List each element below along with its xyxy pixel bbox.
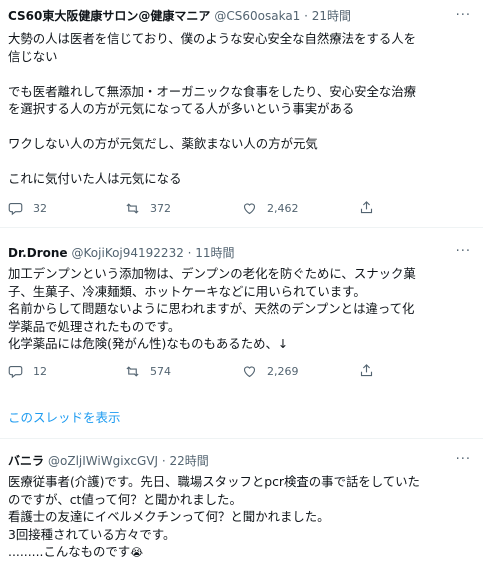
tweet-text: 大勢の人は医者を信じており、僕のような安心安全な自然療法をする人を 信じない で… <box>8 31 417 186</box>
like-count: 2,462 <box>267 202 299 215</box>
handle-and-time[interactable]: @oZljIWiWgixcGVJ · 22時間 <box>48 453 209 469</box>
tweet-text: 加工デンプンという添加物は、デンプンの老化を防ぐために、スナック菓 子、生菓子、… <box>8 266 416 351</box>
retweet-count: 372 <box>150 202 171 215</box>
reply-count: 12 <box>33 365 47 378</box>
show-thread-link[interactable]: このスレッドを表示 <box>8 410 121 425</box>
tweet-actions: 32 372 2,462 <box>8 200 475 218</box>
like-icon <box>243 203 256 215</box>
like-count: 2,269 <box>267 365 299 378</box>
more-options-icon[interactable]: ··· <box>456 8 471 23</box>
tweet-header: Dr.Drone @KojiKoj94192232 · 11時間 <box>8 228 475 261</box>
reply-button[interactable]: 12 <box>8 364 125 379</box>
tweet-vanilla[interactable]: バニラ @oZljIWiWgixcGVJ · 22時間 ··· 医療従事者(介護… <box>0 438 483 562</box>
like-button[interactable]: 2,269 <box>242 364 359 379</box>
tweet-actions: 12 574 2,269 <box>8 363 475 381</box>
tweet-text: 医療従事者(介護)です。先日、職場スタッフとpcr検査の事で話をしていた のです… <box>8 473 475 562</box>
handle-and-time[interactable]: @CS60osaka1 · 21時間 <box>214 8 351 24</box>
show-thread-row: このスレッドを表示 <box>0 398 483 438</box>
share-button[interactable] <box>359 200 374 218</box>
retweet-button[interactable]: 372 <box>125 201 242 216</box>
share-icon <box>360 200 373 213</box>
display-name[interactable]: CS60東大阪健康サロン@健康マニア <box>8 8 210 24</box>
like-button[interactable]: 2,462 <box>242 201 359 216</box>
tweet-cs60[interactable]: CS60東大阪健康サロン@健康マニア @CS60osaka1 · 21時間 ··… <box>0 0 483 228</box>
display-name[interactable]: バニラ <box>8 453 44 469</box>
retweet-icon <box>126 366 139 377</box>
share-button[interactable] <box>359 363 374 381</box>
tweet-header: CS60東大阪健康サロン@健康マニア @CS60osaka1 · 21時間 <box>8 0 475 24</box>
more-options-icon[interactable]: ··· <box>456 244 471 259</box>
retweet-count: 574 <box>150 365 171 378</box>
reply-icon <box>8 365 23 379</box>
reply-button[interactable]: 32 <box>8 201 125 216</box>
share-icon <box>360 363 373 376</box>
more-options-icon[interactable]: ··· <box>456 452 471 467</box>
display-name[interactable]: Dr.Drone <box>8 245 68 261</box>
crying-face-emoji: 😭 <box>130 546 144 559</box>
reply-icon <box>8 202 23 216</box>
tweet-drdrone[interactable]: Dr.Drone @KojiKoj94192232 · 11時間 ··· 加工デ… <box>0 228 483 398</box>
tweet-text-content: 医療従事者(介護)です。先日、職場スタッフとpcr検査の事で話をしていた のです… <box>8 474 420 559</box>
like-icon <box>243 366 256 378</box>
handle-and-time[interactable]: @KojiKoj94192232 · 11時間 <box>72 245 235 261</box>
retweet-button[interactable]: 574 <box>125 364 242 379</box>
tweet-header: バニラ @oZljIWiWgixcGVJ · 22時間 <box>8 439 475 469</box>
retweet-icon <box>126 203 139 214</box>
reply-count: 32 <box>33 202 47 215</box>
